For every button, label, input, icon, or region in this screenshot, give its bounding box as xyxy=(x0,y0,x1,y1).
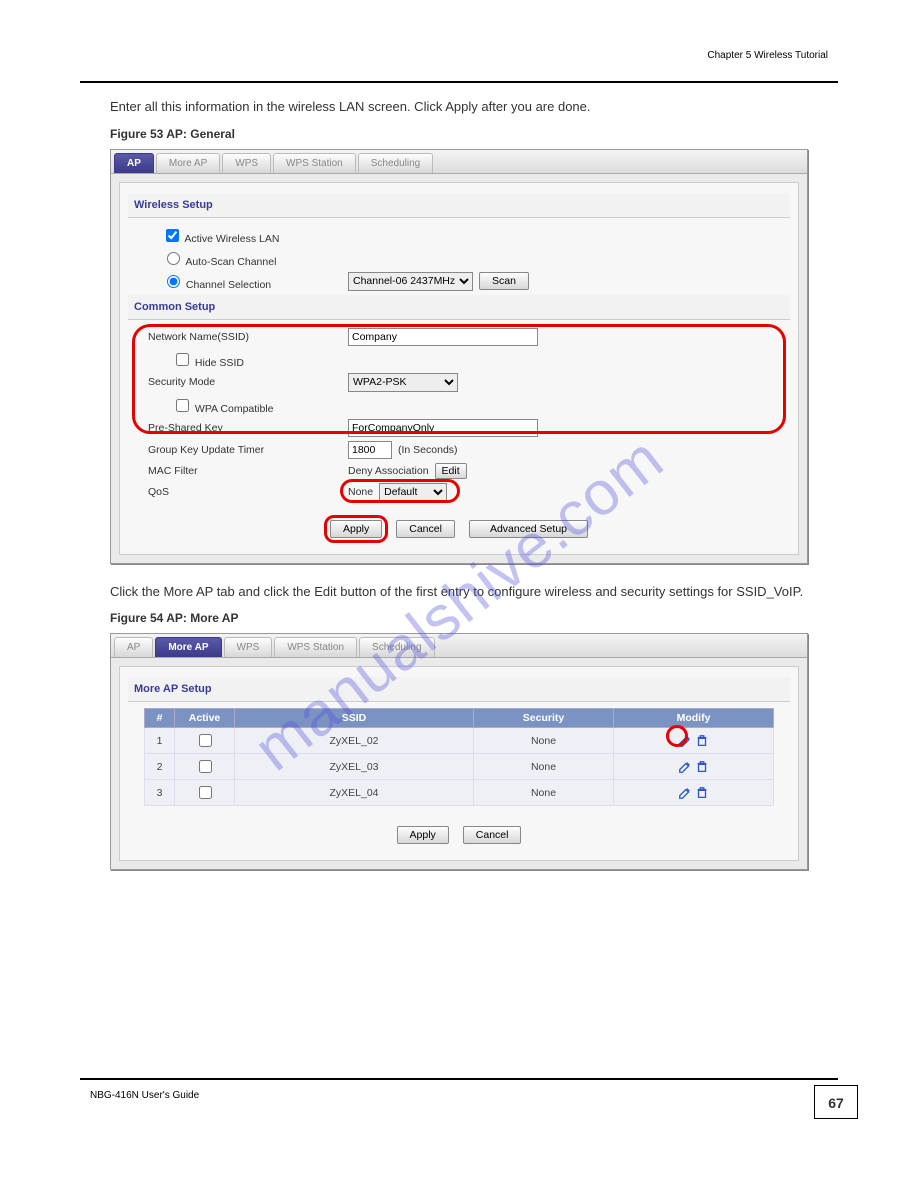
channel-sel-label: Channel Selection xyxy=(186,279,271,291)
col-ssid: SSID xyxy=(235,709,474,728)
step-2-text: Click the More AP tab and click the Edit… xyxy=(110,582,808,602)
tab2-wps[interactable]: WPS xyxy=(224,637,273,657)
group-key-label: Group Key Update Timer xyxy=(148,444,348,456)
mac-filter-label: MAC Filter xyxy=(148,465,348,477)
qos-status: None xyxy=(348,486,373,498)
apply-button[interactable]: Apply xyxy=(330,520,382,538)
channel-select[interactable]: Channel-06 2437MHz xyxy=(348,272,473,291)
psk-label: Pre-Shared Key xyxy=(148,422,348,434)
cancel-button-2[interactable]: Cancel xyxy=(463,826,522,844)
tab-wps-station[interactable]: WPS Station xyxy=(273,153,356,173)
figure-1-caption: Figure 53 AP: General xyxy=(110,127,808,141)
header-rule xyxy=(80,81,838,83)
footer-rule xyxy=(80,1078,838,1080)
cell-num: 3 xyxy=(145,780,175,806)
security-mode-label: Security Mode xyxy=(148,376,348,388)
hide-ssid-label: Hide SSID xyxy=(195,357,244,369)
ssid-label: Network Name(SSID) xyxy=(148,331,348,343)
delete-icon[interactable] xyxy=(695,786,709,800)
more-ap-table: # Active SSID Security Modify 1 ZyXEL_02… xyxy=(144,708,774,806)
qos-label: QoS xyxy=(148,486,348,498)
table-row: 1 ZyXEL_02 None xyxy=(145,728,774,754)
cell-ssid: ZyXEL_03 xyxy=(235,754,474,780)
tab2-more-ap[interactable]: More AP xyxy=(155,637,221,657)
mac-filter-status: Deny Association xyxy=(348,465,429,477)
security-mode-select[interactable]: WPA2-PSK xyxy=(348,373,458,392)
apply-button-2[interactable]: Apply xyxy=(397,826,449,844)
wpa-compat-label: WPA Compatible xyxy=(195,403,274,415)
auto-scan-label: Auto-Scan Channel xyxy=(185,256,276,268)
psk-input[interactable] xyxy=(348,419,538,437)
tab-more-ap[interactable]: More AP xyxy=(156,153,220,173)
group-key-input[interactable] xyxy=(348,441,392,459)
ap-more-ap-panel: AP More AP WPS WPS Station Scheduling Mo… xyxy=(110,633,808,870)
table-row: 3 ZyXEL_04 None xyxy=(145,780,774,806)
col-num: # xyxy=(145,709,175,728)
tab2-scheduling[interactable]: Scheduling xyxy=(359,637,434,657)
advanced-setup-button[interactable]: Advanced Setup xyxy=(469,520,588,538)
tabs-row-2: AP More AP WPS WPS Station Scheduling xyxy=(111,634,807,658)
hide-ssid-checkbox[interactable] xyxy=(176,353,189,366)
auto-scan-radio[interactable] xyxy=(167,252,180,265)
active-wlan-checkbox[interactable] xyxy=(166,229,179,242)
page-number: 67 xyxy=(814,1085,858,1119)
qos-select[interactable]: Default xyxy=(379,483,447,502)
tab2-ap[interactable]: AP xyxy=(114,637,153,657)
ap-general-panel: AP More AP WPS WPS Station Scheduling Wi… xyxy=(110,149,808,564)
cell-security: None xyxy=(474,728,614,754)
ssid-input[interactable] xyxy=(348,328,538,346)
chapter-header: Chapter 5 Wireless Tutorial xyxy=(80,50,838,61)
row-active-checkbox[interactable] xyxy=(199,734,212,747)
footer-left: NBG-416N User's Guide xyxy=(80,1090,838,1101)
edit-icon[interactable] xyxy=(678,760,692,774)
common-setup-title: Common Setup xyxy=(128,295,790,320)
delete-icon[interactable] xyxy=(695,760,709,774)
tab-ap[interactable]: AP xyxy=(114,153,154,173)
table-row: 2 ZyXEL_03 None xyxy=(145,754,774,780)
row-active-checkbox[interactable] xyxy=(199,786,212,799)
cell-num: 1 xyxy=(145,728,175,754)
group-key-unit: (In Seconds) xyxy=(398,444,458,456)
cell-security: None xyxy=(474,780,614,806)
cell-security: None xyxy=(474,754,614,780)
tab-scheduling[interactable]: Scheduling xyxy=(358,153,433,173)
wireless-setup-title: Wireless Setup xyxy=(128,193,790,218)
row-active-checkbox[interactable] xyxy=(199,760,212,773)
wpa-compat-checkbox[interactable] xyxy=(176,399,189,412)
delete-icon[interactable] xyxy=(695,734,709,748)
intro-text: Enter all this information in the wirele… xyxy=(110,97,808,117)
cell-ssid: ZyXEL_02 xyxy=(235,728,474,754)
tab2-wps-station[interactable]: WPS Station xyxy=(274,637,357,657)
more-ap-setup-title: More AP Setup xyxy=(128,677,790,702)
scan-button[interactable]: Scan xyxy=(479,272,529,290)
col-modify: Modify xyxy=(614,709,774,728)
edit-icon[interactable] xyxy=(678,734,692,748)
edit-icon[interactable] xyxy=(678,786,692,800)
tab-wps[interactable]: WPS xyxy=(222,153,271,173)
col-security: Security xyxy=(474,709,614,728)
tabs-row-1: AP More AP WPS WPS Station Scheduling xyxy=(111,150,807,174)
cell-num: 2 xyxy=(145,754,175,780)
edit-button[interactable]: Edit xyxy=(435,463,467,479)
active-wlan-label: Active Wireless LAN xyxy=(184,233,279,245)
cell-ssid: ZyXEL_04 xyxy=(235,780,474,806)
figure-2-caption: Figure 54 AP: More AP xyxy=(110,611,808,625)
channel-sel-radio[interactable] xyxy=(167,275,180,288)
cancel-button[interactable]: Cancel xyxy=(396,520,455,538)
col-active: Active xyxy=(175,709,235,728)
